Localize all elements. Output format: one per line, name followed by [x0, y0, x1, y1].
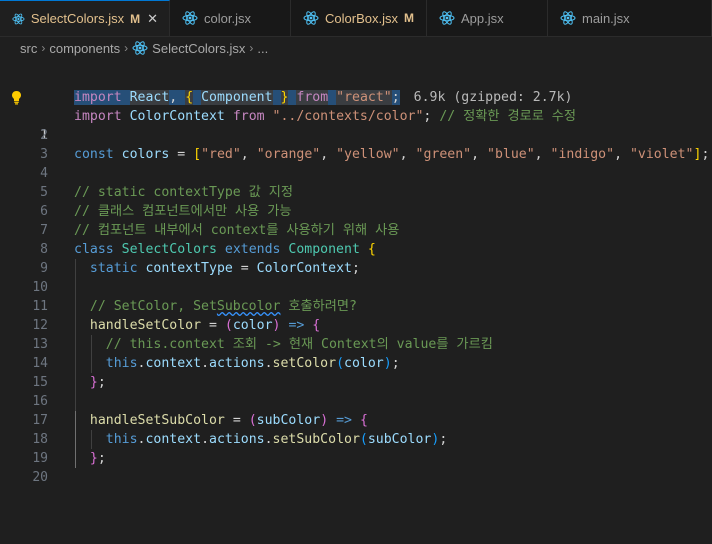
indent-guide	[75, 278, 76, 297]
code-line[interactable]: 14 // this.context 조회 -> 현재 Context의 val…	[0, 335, 712, 371]
code-text: // SetColor, SetSubcolor 호출하려면?	[74, 299, 357, 314]
chevron-right-icon: ›	[124, 41, 129, 55]
close-icon[interactable]: ✕	[146, 11, 159, 27]
tab-colorbox[interactable]: ColorBox.jsx M	[291, 0, 427, 36]
code-line[interactable]: 5	[0, 164, 712, 200]
code-line[interactable]: 12 // SetColor, SetSubcolor 호출하려면?	[0, 297, 712, 333]
code-line[interactable]: 10 static contextType = ColorContext;	[0, 259, 712, 295]
breadcrumb-file[interactable]: SelectColors.jsx	[152, 41, 245, 56]
code-text: handleSetColor = (color) => {	[89, 318, 321, 333]
code-text: // static contextType 값 지정	[74, 185, 294, 200]
token: React	[129, 90, 170, 105]
code-line[interactable]: 19 this.context.actions.setSubColor(subC…	[0, 430, 712, 466]
react-icon	[303, 11, 319, 25]
code-text: import React, { Component } from "react"…	[74, 90, 573, 105]
lightbulb-icon[interactable]	[10, 90, 23, 105]
breadcrumb-components[interactable]: components	[49, 41, 120, 56]
code-text: import ColorContext from "../contexts/co…	[74, 109, 577, 124]
code-text: const colors = ["red", "orange", "yellow…	[74, 147, 710, 162]
code-editor[interactable]: 1 import React, { Component } from "reac…	[0, 88, 712, 485]
code-text: handleSetSubColor = (subColor) => {	[89, 413, 368, 428]
breadcrumb: src › components › SelectColors.jsx › ..…	[0, 37, 712, 59]
modified-indicator: M	[403, 11, 414, 25]
code-line[interactable]: 13 handleSetColor = (color) => {	[0, 316, 712, 352]
tab-label: App.jsx	[461, 10, 504, 26]
tab-label: ColorBox.jsx	[325, 10, 398, 26]
tab-label: main.jsx	[582, 10, 630, 26]
code-line[interactable]: 8 // 컴포넌트 내부에서 context를 사용하기 위해 사용	[0, 221, 712, 257]
code-text: this.context.actions.setColor(color);	[105, 356, 400, 371]
tab-label: color.jsx	[204, 10, 251, 26]
code-line[interactable]: 16 };	[0, 373, 712, 409]
code-line[interactable]: 6 // static contextType 값 지정	[0, 183, 712, 219]
code-text: };	[89, 451, 106, 466]
code-text: class SelectColors extends Component {	[74, 242, 376, 257]
react-icon	[439, 11, 455, 25]
react-icon	[560, 11, 576, 25]
indent-guide	[75, 392, 76, 411]
code-line[interactable]: 9 class SelectColors extends Component {	[0, 240, 712, 276]
modified-indicator: M	[130, 11, 141, 26]
breadcrumb-symbol[interactable]: ...	[257, 41, 268, 56]
code-line[interactable]: 20 };	[0, 449, 712, 485]
code-line[interactable]: 3	[0, 126, 712, 162]
code-text: // this.context 조회 -> 현재 Context의 value를…	[74, 337, 493, 352]
code-text: // 클래스 컴포넌트에서만 사용 가능	[74, 204, 292, 219]
chevron-right-icon: ›	[249, 41, 254, 55]
code-line[interactable]: 1 import React, { Component } from "reac…	[0, 88, 712, 143]
code-text: };	[89, 375, 106, 390]
code-line[interactable]: 15 this.context.actions.setColor(color);	[0, 354, 712, 390]
code-line[interactable]: 7 // 클래스 컴포넌트에서만 사용 가능	[0, 202, 712, 238]
react-icon	[12, 13, 25, 24]
tab-selectcolors[interactable]: SelectColors.jsx M ✕	[0, 0, 170, 36]
tab-app[interactable]: App.jsx	[427, 0, 548, 36]
code-line[interactable]: 4 const colors = ["red", "orange", "yell…	[0, 145, 712, 181]
token: import	[74, 90, 122, 105]
code-line[interactable]: 11	[0, 278, 712, 314]
react-icon	[132, 41, 148, 55]
breadcrumb-src[interactable]: src	[20, 41, 37, 56]
code-text: // 컴포넌트 내부에서 context를 사용하기 위해 사용	[74, 223, 400, 238]
import-cost-hint: 6.9k (gzipped: 2.7k)	[413, 90, 573, 105]
tab-main[interactable]: main.jsx	[548, 0, 712, 36]
chevron-right-icon: ›	[41, 41, 46, 55]
token: Component	[201, 90, 273, 105]
code-text: this.context.actions.setSubColor(subColo…	[105, 432, 448, 447]
editor-tab-bar: SelectColors.jsx M ✕ color.jsx ColorBox.…	[0, 0, 712, 37]
line-number: 20	[32, 470, 48, 485]
react-icon	[182, 11, 198, 25]
tab-label: SelectColors.jsx	[30, 11, 125, 26]
tab-color[interactable]: color.jsx	[170, 0, 291, 36]
code-line[interactable]: 17	[0, 392, 712, 428]
code-line[interactable]: 18 handleSetSubColor = (subColor) => {	[0, 411, 712, 447]
code-text: static contextType = ColorContext;	[89, 261, 360, 276]
code-line[interactable]: 2 import ColorContext from "../contexts/…	[0, 107, 712, 143]
